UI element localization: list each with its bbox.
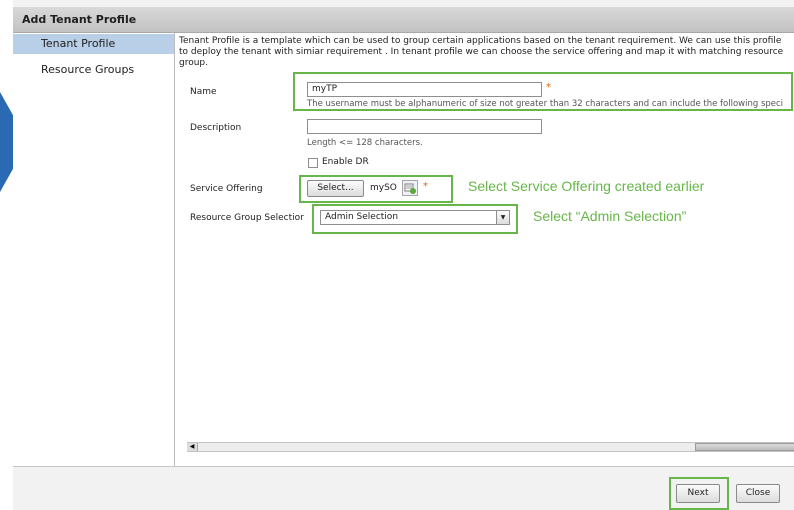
sidebar-item-label: Tenant Profile [41, 37, 116, 50]
name-required-mark: * [546, 82, 551, 93]
description-label: Description [190, 123, 242, 133]
service-offering-value: mySO [370, 183, 397, 193]
close-button[interactable]: Close [736, 484, 780, 503]
enable-dr-checkbox[interactable] [308, 158, 318, 168]
resource-group-annotation: Select “Admin Selection” [533, 208, 687, 224]
resource-group-select[interactable]: Admin Selection ▼ [320, 210, 510, 225]
select-service-offering-button[interactable]: Select... [307, 180, 364, 197]
content-panel: Tenant Profile is a template which can b… [175, 33, 794, 466]
service-offering-browse-icon[interactable] [402, 180, 418, 196]
sidebar-item-tenant-profile[interactable]: Tenant Profile [13, 34, 174, 54]
resource-group-selected-value: Admin Selection [325, 212, 399, 222]
description-input[interactable] [307, 119, 542, 134]
name-label: Name [190, 87, 217, 97]
sidebar-item-label: Resource Groups [41, 63, 135, 76]
dialog-title: Add Tenant Profile [22, 13, 137, 26]
enable-dr-label: Enable DR [322, 157, 369, 167]
scrollbar-thumb[interactable] [695, 443, 794, 451]
service-offering-required-mark: * [423, 181, 428, 192]
name-input[interactable]: myTP [307, 82, 542, 97]
next-button[interactable]: Next [676, 484, 720, 503]
page-description: Tenant Profile is a template which can b… [179, 36, 784, 68]
description-hint: Length <= 128 characters. [307, 138, 423, 148]
sidebar: Tenant Profile Resource Groups [13, 33, 175, 466]
name-hint: The username must be alphanumeric of siz… [307, 99, 784, 109]
horizontal-scrollbar[interactable]: ◀ [187, 442, 794, 452]
service-offering-annotation: Select Service Offering created earlier [468, 178, 705, 194]
add-tenant-profile-dialog: Add Tenant Profile Tenant Profile Resour… [13, 0, 794, 510]
service-offering-label: Service Offering [190, 184, 263, 194]
resource-group-selection-label: Resource Group Selectior [190, 213, 304, 223]
scroll-left-icon[interactable]: ◀ [187, 443, 198, 451]
dialog-footer: Next Close [13, 466, 794, 510]
sidebar-item-resource-groups[interactable]: Resource Groups [13, 60, 174, 80]
chevron-down-icon[interactable]: ▼ [496, 211, 509, 224]
